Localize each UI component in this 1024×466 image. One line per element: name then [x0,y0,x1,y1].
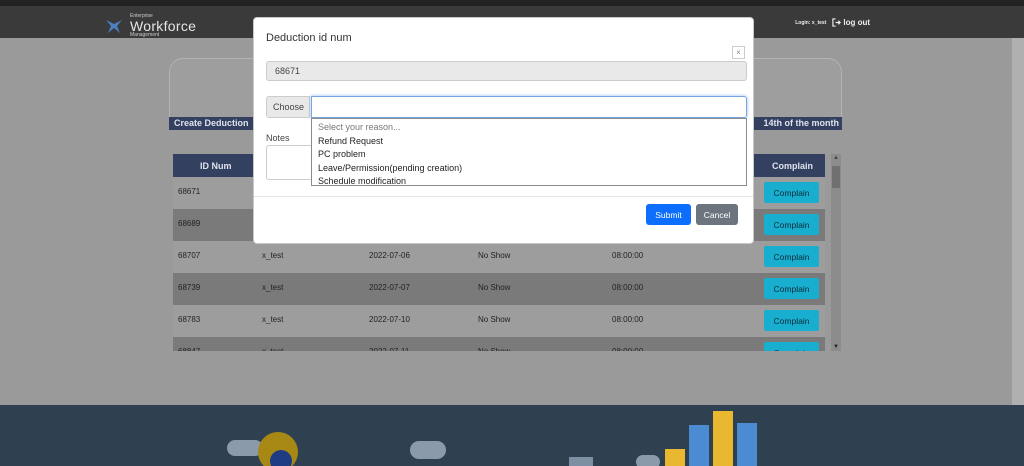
complain-button[interactable]: Complain [764,182,819,203]
cell-time: 08:00:00 [612,251,644,260]
cell-id: 68671 [178,187,201,196]
cell-time: 08:00:00 [612,283,644,292]
cell-id: 68783 [178,315,201,324]
cell-user: x_test [262,283,284,292]
cell-type: No Show [478,315,511,324]
reason-dropdown: Select your reason... Refund Request PC … [311,118,747,186]
table-row: 68707 x_test 2022-07-06 No Show 08:00:00 Comp… [173,241,825,273]
modal-footer-divider [254,196,753,197]
login-text: Login: x_test [795,19,827,26]
complain-button[interactable]: Complain [764,310,819,331]
building-illustration [737,423,757,466]
user-area: Login: x_test log out [795,18,870,27]
cloud-illustration [410,441,446,459]
workforce-logo-icon [106,20,122,33]
cell-id: 68739 [178,283,201,292]
reason-select[interactable] [311,96,747,118]
cell-type: No Show [478,251,511,260]
complain-button[interactable]: Complain [764,246,819,267]
deduction-modal: Deduction id num × 68671 Choose Select y… [253,17,754,244]
cell-id: 68689 [178,219,201,228]
gear-center-illustration [270,450,292,466]
cell-time: 08:00:00 [612,347,643,351]
table-row: 68783 x_test 2022-07-10 No Show 08:00:00 Comp… [173,305,825,337]
logout-link[interactable]: log out [832,18,870,27]
modal-title: Deduction id num [266,32,352,44]
reason-option-schedule-modification[interactable]: Schedule modification [312,175,746,189]
cancel-button[interactable]: Cancel [696,204,738,225]
cell-type: No Show [478,347,510,351]
cell-user: x_test [262,251,284,260]
logout-icon [832,18,842,27]
column-id-num: ID Num [200,161,232,171]
table-scrollbar[interactable]: ▲ ▼ [831,154,841,351]
scroll-thumb[interactable] [832,166,840,188]
cell-user: x_test [262,347,283,351]
deduction-id-field: 68671 [266,61,747,81]
complain-button[interactable]: Complain [764,342,819,351]
table-row: 68739 x_test 2022-07-07 No Show 08:00:00 Comp… [173,273,825,305]
submit-button[interactable]: Submit [646,204,691,225]
reason-option-pc-problem[interactable]: PC problem [312,148,746,162]
table-row: 68847 x_test 2022-07-11 No Show 08:00:00 Comp… [173,337,825,351]
cell-time: 08:00:00 [612,315,644,324]
brand-name: Workforce [130,18,197,34]
choose-label: Choose [266,96,310,118]
column-complain: Complain [772,161,814,171]
building-illustration [569,457,593,466]
brand-logo[interactable]: Enterprise Workforce Management [104,14,196,38]
scroll-down-icon[interactable]: ▼ [833,344,839,350]
cell-date: 2022-07-10 [369,315,410,324]
building-illustration [713,411,733,466]
reason-option-placeholder[interactable]: Select your reason... [312,121,746,135]
cell-date: 2022-07-06 [369,251,410,260]
brand-text: Enterprise Workforce Management [130,14,196,38]
close-icon[interactable]: × [732,46,745,59]
cell-id: 68707 [178,251,201,260]
cloud-illustration [636,455,660,466]
page-scrollbar[interactable] [1012,38,1024,405]
logout-label: log out [843,18,870,27]
building-illustration [689,425,709,466]
complain-button[interactable]: Complain [764,278,819,299]
banner-left-text: Create Deduction [174,118,249,128]
cell-date: 2022-07-07 [369,283,410,292]
building-illustration [665,449,685,466]
complain-button[interactable]: Complain [764,214,819,235]
notes-label: Notes [266,133,290,143]
reason-option-leave-permission[interactable]: Leave/Permission(pending creation) [312,162,746,176]
scroll-up-icon[interactable]: ▲ [833,155,839,161]
cell-type: No Show [478,283,511,292]
footer-illustration [0,405,1024,466]
cell-id: 68847 [178,347,200,351]
cell-date: 2022-07-11 [369,347,409,351]
reason-option-refund-request[interactable]: Refund Request [312,135,746,149]
banner-right-text: 14th of the month [763,118,840,128]
cell-user: x_test [262,315,284,324]
